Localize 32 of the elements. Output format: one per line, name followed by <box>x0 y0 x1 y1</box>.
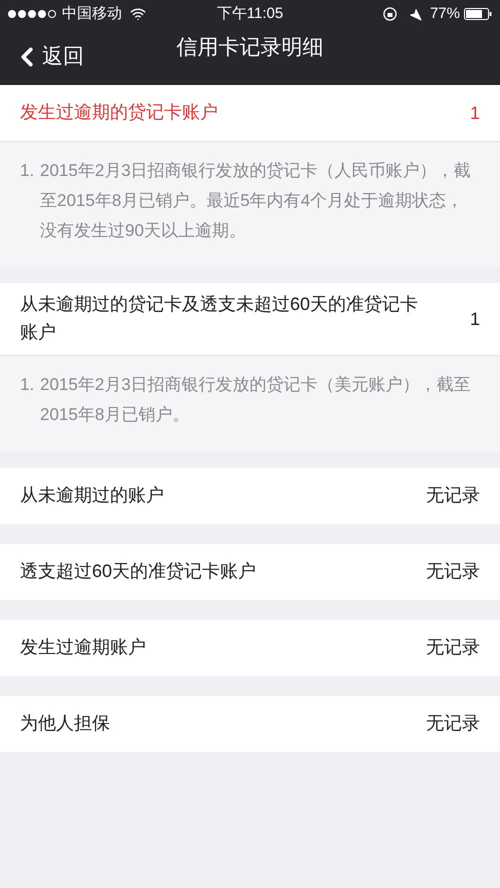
record-count: 无记录 <box>426 484 480 508</box>
battery-icon <box>464 8 492 20</box>
carrier-name: 中国移动 <box>62 4 122 24</box>
status-time: 下午11:05 <box>216 4 284 24</box>
detail-text: 2015年2月3日招商银行发放的贷记卡（人民币账户），截至2015年8月已销户。最近5年内有4个月处于逾期状态，没有发生过90天以上逾期。 <box>40 160 472 242</box>
record-label: 发生过逾期账户 <box>20 636 147 659</box>
record-label: 发生过逾期的贷记卡账户 <box>20 101 219 124</box>
location-icon <box>408 8 422 20</box>
record-row[interactable]: 从未逾期过的账户 无记录 <box>0 468 500 524</box>
rotation-lock-icon <box>382 7 397 21</box>
signal-icon <box>8 10 58 18</box>
detail-text: 2015年2月3日招商银行发放的贷记卡（美元账户），截至2015年8月已销户。 <box>40 374 472 426</box>
record-label: 从未逾期过的账户 <box>20 484 165 507</box>
detail-number: 1. <box>20 160 36 182</box>
record-count: 无记录 <box>426 560 480 584</box>
record-count: 无记录 <box>426 712 480 736</box>
record-count: 1 <box>470 102 480 124</box>
record-row[interactable]: 为他人担保 无记录 <box>0 696 500 752</box>
battery-percent: 77% <box>430 4 460 24</box>
record-label: 从未逾期过的贷记卡及透支未超过60天的准贷记卡账户 <box>20 293 420 344</box>
record-label: 为他人担保 <box>20 712 111 735</box>
record-count: 无记录 <box>426 636 480 660</box>
record-row[interactable]: 透支超过60天的准贷记卡账户 无记录 <box>0 544 500 600</box>
page-title: 信用卡记录明细 <box>176 35 324 61</box>
record-row[interactable]: 发生过逾期账户 无记录 <box>0 620 500 676</box>
record-row[interactable]: 发生过逾期的贷记卡账户 1 <box>0 85 500 141</box>
detail-number: 1. <box>20 374 36 396</box>
record-row[interactable]: 从未逾期过的贷记卡及透支未超过60天的准贷记卡账户 1 <box>0 283 500 356</box>
wifi-icon <box>130 6 146 22</box>
record-label: 透支超过60天的准贷记卡账户 <box>20 560 258 583</box>
back-button[interactable]: 返回 <box>0 40 84 72</box>
record-count: 1 <box>470 308 480 331</box>
